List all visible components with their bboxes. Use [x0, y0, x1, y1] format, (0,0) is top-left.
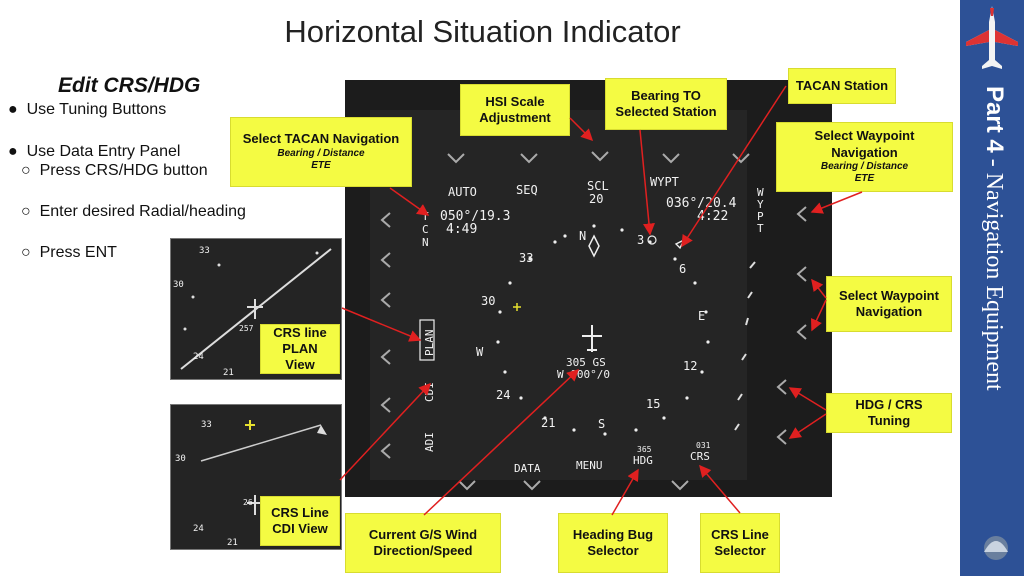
arrow-layer	[339, 85, 863, 516]
